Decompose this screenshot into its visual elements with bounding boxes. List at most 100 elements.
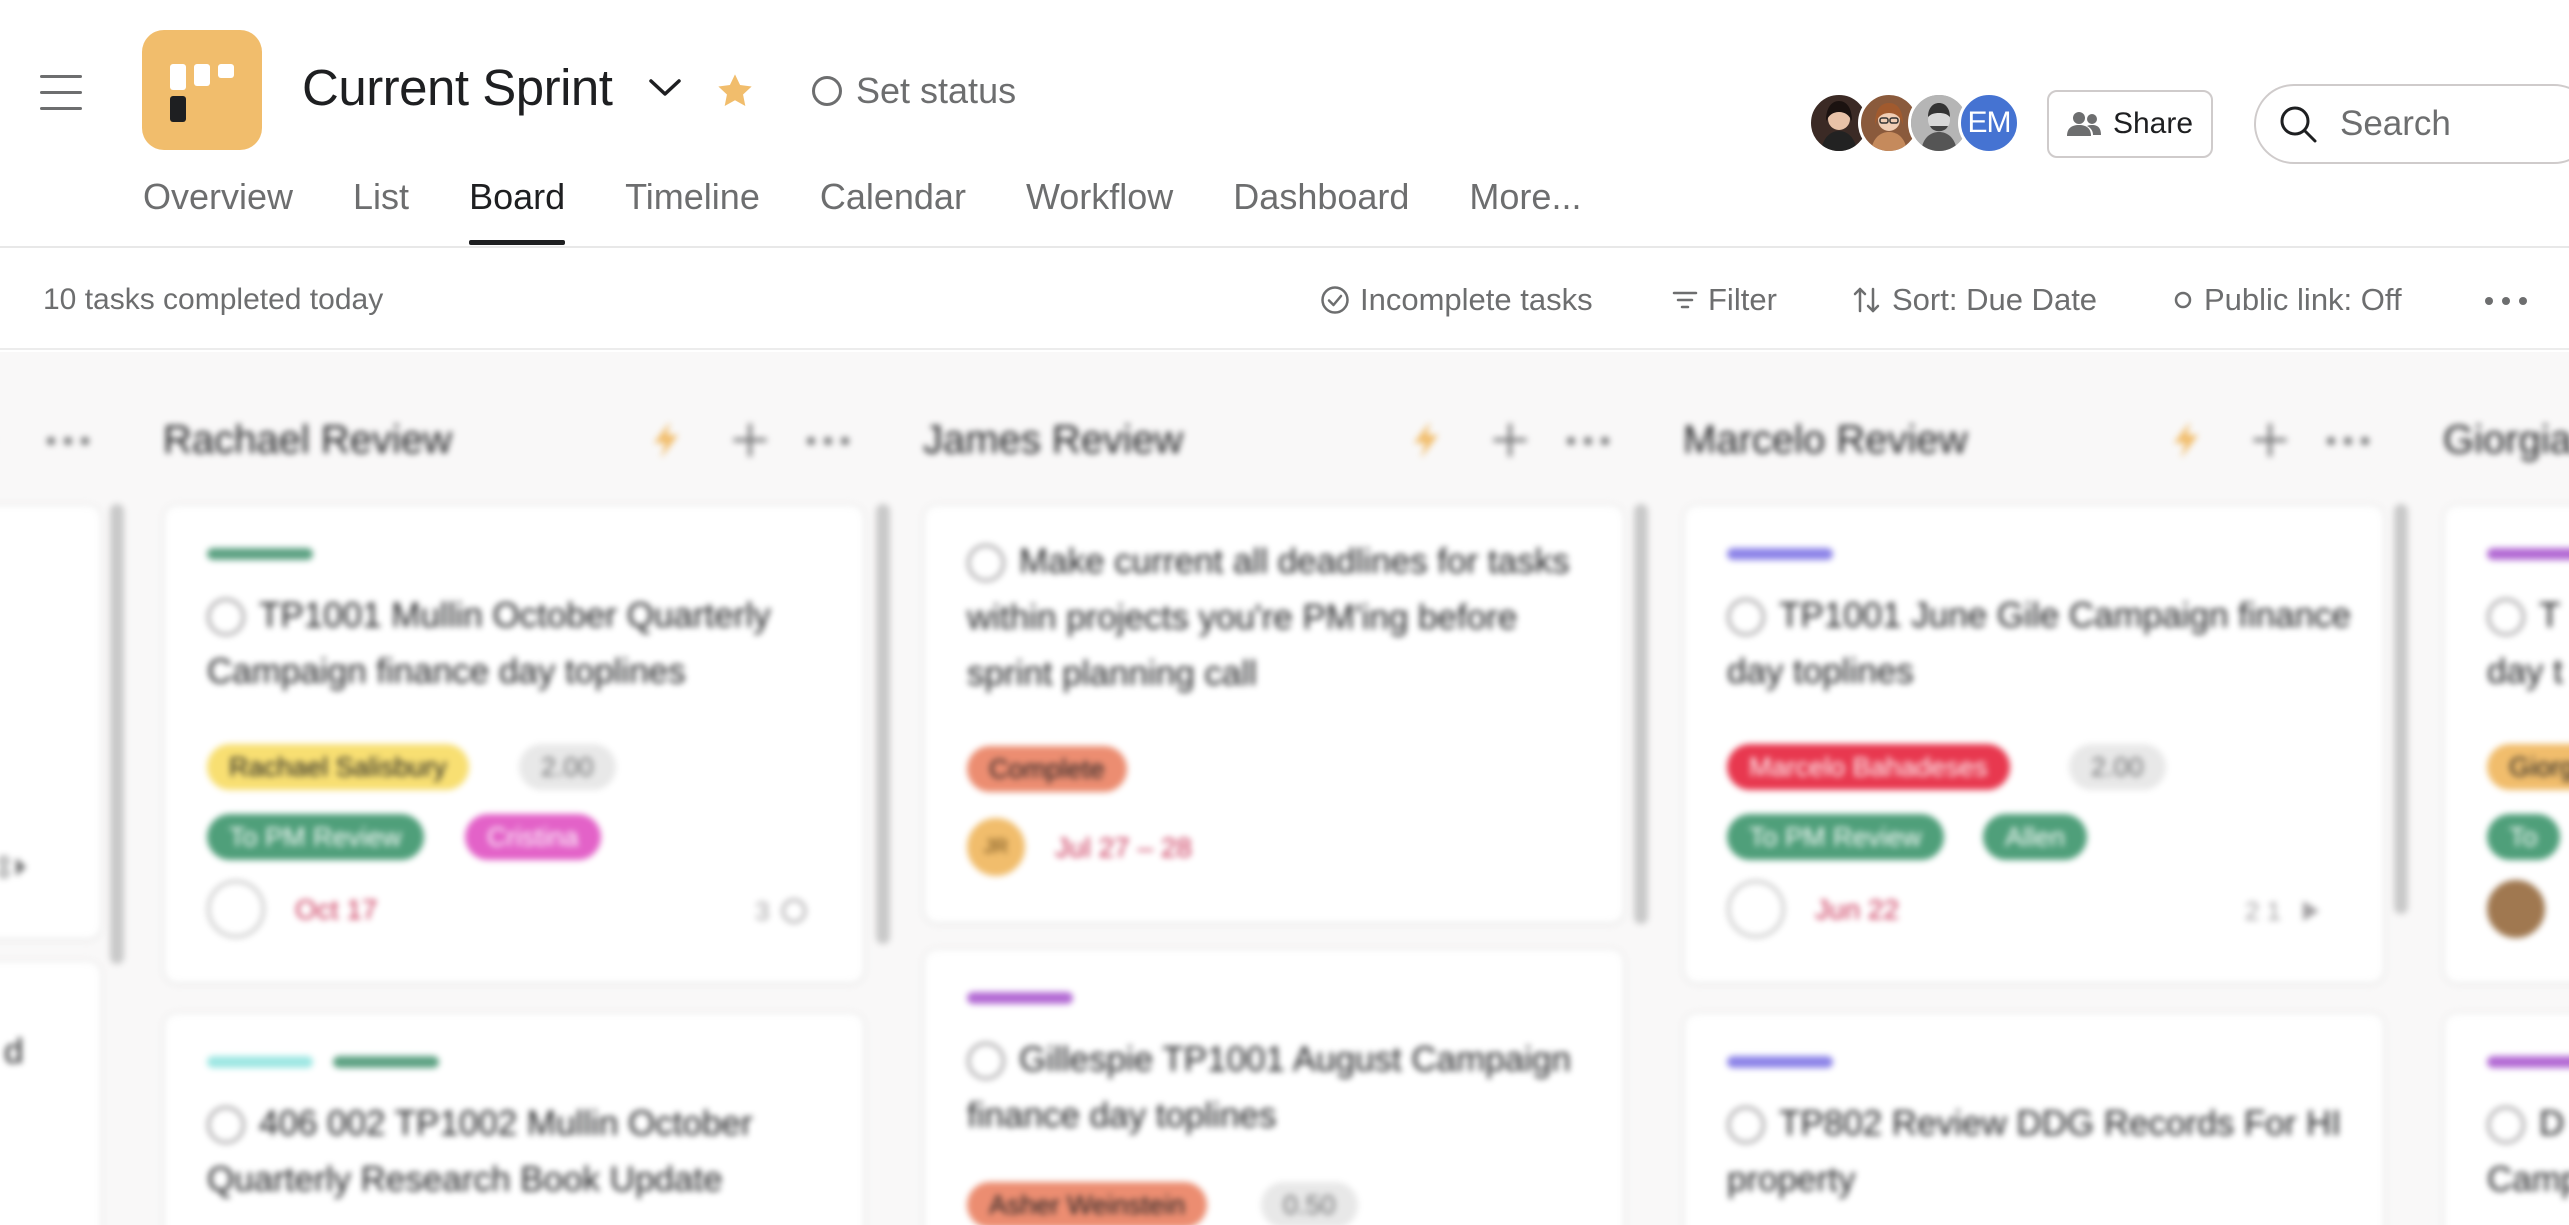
add-task-icon[interactable] [2252,422,2288,458]
filter-button[interactable]: Filter [1672,278,1777,322]
subtask-icon [2303,901,2319,921]
card-color-stripe [967,992,1073,1004]
task-name: TP802 Review DDG Records For HI property [1727,1104,2342,1199]
card-color-stripe [207,548,313,560]
scrollbar[interactable] [876,504,890,944]
subtask-count: 2 1 [2245,896,2282,926]
column-more-icon[interactable] [46,436,90,446]
set-status-button[interactable]: Set status [812,70,1016,112]
tag-pill[interactable]: Cristina [465,814,601,860]
tag-pill[interactable]: Complete [967,746,1127,792]
tag-pill[interactable]: Rachael Salisbury [207,744,469,790]
tab-list[interactable]: List [353,176,409,248]
board: d Rachael Review TP1001 Mullin October Q… [0,352,2569,1225]
due-date: Oct 17 [295,894,378,925]
menu-icon[interactable] [40,75,82,111]
set-status-label: Set status [856,70,1017,111]
task-name: 406 002 TP1002 Mullin October Quarterly … [207,1104,753,1199]
column-title: Rachael Review [163,417,453,462]
task-card[interactable]: T day t Giorg To [2443,504,2569,984]
scrollbar[interactable] [1634,504,1648,924]
tag-pill[interactable]: Marcelo Bahadeses [1727,744,2010,790]
filter-label: Filter [1708,282,1777,317]
task-name: d [4,1032,24,1071]
task-card[interactable]: d [0,960,102,1225]
completed-count: 10 tasks completed today [43,283,384,316]
assignee-placeholder-icon[interactable] [1727,880,1785,938]
task-name: D Camp [2487,1104,2569,1199]
project-icon [142,30,262,150]
lightning-icon[interactable] [2170,420,2202,460]
tab-calendar[interactable]: Calendar [820,176,966,248]
tag-pill[interactable]: 0.50 [1261,1182,1358,1225]
tag-pill[interactable]: To PM Review [1727,814,1944,860]
tag-pill[interactable]: Giorg [2487,744,2569,790]
search-input[interactable] [2340,104,2540,144]
scrollbar[interactable] [110,504,124,964]
task-card[interactable]: Gillespie TP1001 August Campaign finance… [923,948,1625,1225]
tab-overview[interactable]: Overview [143,176,293,248]
card-color-stripe [207,1056,313,1068]
column-header: Rachael Review [163,412,452,468]
column-more-icon[interactable] [0,436,6,444]
column-header: James Review [923,412,1183,468]
sort-button[interactable]: Sort: Due Date [1852,278,2097,322]
check-circle-icon [1321,286,1349,314]
task-card[interactable]: TP1001 Mullin October Quarterly Campaign… [163,504,865,984]
tag-pill[interactable]: Allen [1983,814,2088,860]
task-name: TP1001 June Gile Campaign finance day to… [1727,596,2352,691]
tag-pill[interactable]: 2.00 [2069,744,2166,790]
column-actions [2170,412,2202,468]
column-title: Giorgia [2443,417,2569,462]
assignee-avatar[interactable]: JR [967,818,1025,876]
board-columns: d Rachael Review TP1001 Mullin October Q… [0,352,2569,1225]
assignee-placeholder-icon[interactable] [207,880,265,938]
tag-pill[interactable]: To [2487,814,2560,860]
tab-workflow[interactable]: Workflow [1026,176,1173,248]
avatar: EM [1958,92,2020,154]
task-card[interactable] [0,504,102,940]
add-task-icon[interactable] [732,422,768,458]
task-card[interactable]: 406 002 TP1002 Mullin October Quarterly … [163,1012,865,1225]
column-title: James Review [923,417,1184,462]
search-box[interactable] [2254,84,2569,164]
tab-timeline[interactable]: Timeline [625,176,760,248]
project-tabs: Overview List Board Timeline Calendar Wo… [143,176,1641,248]
more-icon[interactable] [2484,296,2528,306]
lightning-icon[interactable] [1410,420,1442,460]
tag-pill[interactable]: 2.00 [519,744,616,790]
tag-pill[interactable]: To PM Review [207,814,424,860]
chevron-down-icon[interactable] [648,78,682,98]
lightning-icon[interactable] [650,420,682,460]
column-more-icon[interactable] [1566,436,1610,446]
page-title: Current Sprint [302,59,613,116]
task-card[interactable]: TP1001 June Gile Campaign finance day to… [1683,504,2385,984]
task-card[interactable]: TP802 Review DDG Records For HI property [1683,1012,2385,1225]
public-link-button[interactable]: Public link: Off [2172,278,2402,322]
sort-icon [1853,287,1880,313]
task-name: TP1001 Mullin October Quarterly Campaign… [207,596,771,691]
link-status-icon [2174,291,2192,309]
incomplete-tasks-button[interactable]: Incomplete tasks [1320,278,1593,322]
add-task-icon[interactable] [1492,422,1528,458]
tag-pill[interactable]: Asher Weinstein [967,1182,1208,1225]
column-more-icon[interactable] [806,436,850,446]
column-header: Giorgia [2443,412,2569,468]
share-button[interactable]: Share [2047,90,2213,158]
comment-icon [781,898,807,924]
tab-more[interactable]: More... [1469,176,1581,248]
star-icon[interactable] [714,70,756,112]
incomplete-tasks-label: Incomplete tasks [1360,282,1593,317]
task-name: Make current all deadlines for tasks wit… [967,542,1570,693]
column-title: Marcelo Review [1683,417,1968,462]
assignee-avatar[interactable] [2487,880,2545,938]
tab-board[interactable]: Board [469,176,566,248]
task-card[interactable]: D Camp [2443,1012,2569,1225]
card-color-stripe [1727,1056,1833,1068]
task-card[interactable]: Make current all deadlines for tasks wit… [923,504,1625,924]
search-icon [2280,106,2317,143]
tab-dashboard[interactable]: Dashboard [1233,176,1409,248]
scrollbar[interactable] [2394,504,2408,914]
column-more-icon[interactable] [2326,436,2370,446]
status-circle-icon [812,76,842,106]
